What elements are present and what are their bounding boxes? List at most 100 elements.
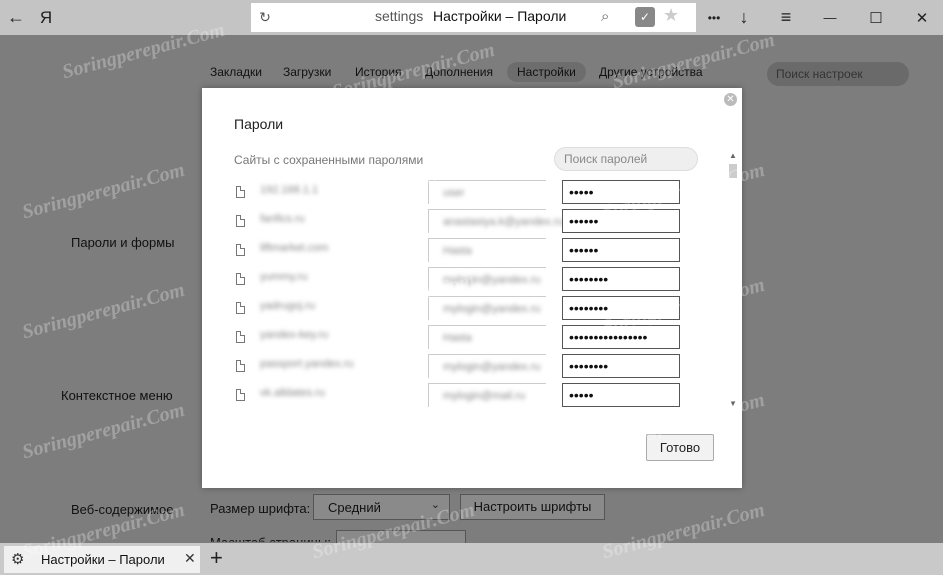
gear-icon: ⚙	[11, 551, 25, 568]
login-value: mylogin@mail.ru	[443, 390, 526, 402]
reload-icon[interactable]: ↻	[257, 9, 273, 25]
login-value: user	[443, 187, 465, 199]
login-value: Hasta	[443, 245, 472, 257]
site-name: fanfics.ru	[260, 213, 305, 225]
nav-tab-settings[interactable]: Настройки	[507, 62, 586, 82]
list-item: yummy.ru mylogin@yandex.ru ••••••••	[232, 267, 712, 296]
password-search-input[interactable]	[564, 152, 684, 166]
more-icon[interactable]: •••	[702, 0, 726, 35]
minimize-icon[interactable]: —	[818, 0, 842, 35]
scroll-down-icon[interactable]: ▼	[729, 399, 737, 408]
login-field[interactable]: mylogin@yandex.ru	[428, 354, 546, 378]
file-icon	[236, 273, 245, 285]
password-field[interactable]: •••••	[562, 383, 680, 407]
list-item: liftmarket.com Hasta ••••••	[232, 238, 712, 267]
download-icon[interactable]: ↓	[732, 0, 756, 35]
close-window-icon[interactable]: ✕	[910, 0, 934, 35]
password-value: ••••••••	[569, 358, 609, 374]
file-icon	[236, 244, 245, 256]
file-icon	[236, 360, 245, 372]
close-tab-icon[interactable]: ✕	[184, 550, 196, 567]
password-field[interactable]: ••••••	[562, 209, 680, 233]
nav-tab-other-devices[interactable]: Другие устройства	[599, 65, 703, 79]
new-tab-plus-icon[interactable]: +	[210, 545, 223, 571]
scrollbar-thumb[interactable]	[729, 164, 737, 178]
file-icon	[236, 186, 245, 198]
password-value: •••••	[569, 387, 594, 403]
login-value: mylogin@yandex.ru	[443, 303, 541, 315]
settings-search-placeholder: Поиск настроек	[776, 67, 863, 81]
dialog-subtitle: Сайты с сохраненными паролями	[234, 153, 424, 167]
nav-tab-downloads[interactable]: Загрузки	[283, 65, 331, 79]
password-field[interactable]: ••••••••	[562, 267, 680, 291]
list-item: passport.yandex.ru mylogin@yandex.ru •••…	[232, 354, 712, 383]
nav-tab-history[interactable]: История	[355, 65, 402, 79]
password-value: ••••••	[569, 213, 599, 229]
password-value: •••••	[569, 184, 594, 200]
password-field[interactable]: ••••••••	[562, 354, 680, 378]
password-field[interactable]: ••••••	[562, 238, 680, 262]
chevron-down-icon: ⌄	[430, 499, 440, 511]
scroll-up-icon[interactable]: ▲	[729, 151, 737, 160]
url-page-title: Настройки – Пароли	[433, 8, 567, 24]
page-zoom-select[interactable]	[336, 530, 466, 544]
list-item: vk.alldates.ru mylogin@mail.ru •••••	[232, 383, 712, 407]
font-size-label: Размер шрифта:	[210, 501, 311, 516]
file-icon	[236, 215, 245, 227]
password-field[interactable]: ••••••••••••••••	[562, 325, 680, 349]
browser-toolbar: ← Я ↻ settings Настройки – Пароли ⌕ ✓ ★ …	[0, 0, 943, 35]
list-item: 192.168.1.1 user •••••	[232, 180, 712, 209]
login-field[interactable]: user	[428, 180, 546, 204]
tab-bar: ⚙ Настройки – Пароли ✕ +	[0, 543, 943, 575]
close-dialog-icon[interactable]: ✕	[724, 93, 737, 106]
section-passwords-forms: Пароли и формы	[71, 235, 175, 250]
list-item: yandex-key.ru Hasta ••••••••••••••••	[232, 325, 712, 354]
password-field[interactable]: ••••••••	[562, 296, 680, 320]
site-name: passport.yandex.ru	[260, 358, 354, 370]
address-bar[interactable]: ↻ settings Настройки – Пароли ⌕ ✓ ★	[251, 3, 696, 32]
site-name: 192.168.1.1	[260, 184, 319, 196]
list-item: fanfics.ru anastasiya.k@yandex.ru ••••••	[232, 209, 712, 238]
done-button[interactable]: Готово	[646, 434, 714, 461]
login-value: mylogin@yandex.ru	[443, 361, 541, 373]
maximize-icon[interactable]: ☐	[864, 0, 888, 35]
protect-shield-icon[interactable]: ✓	[635, 7, 655, 27]
tab-title: Настройки – Пароли	[41, 552, 165, 567]
login-field[interactable]: mylogin@yandex.ru	[428, 296, 546, 320]
url-host: settings	[375, 8, 424, 24]
login-field[interactable]: anastasiya.k@yandex.ru	[428, 209, 564, 233]
section-web-content: Веб-содержимое	[71, 502, 174, 517]
login-field[interactable]: mylogin@yandex.ru	[428, 267, 546, 291]
password-value: ••••••••	[569, 271, 609, 287]
back-arrow-icon[interactable]: ←	[4, 0, 28, 35]
passwords-dialog: ✕ Пароли Сайты с сохраненными паролями 1…	[202, 88, 742, 488]
file-icon	[236, 302, 245, 314]
site-name: liftmarket.com	[260, 242, 329, 254]
password-field[interactable]: •••••	[562, 180, 680, 204]
yandex-logo[interactable]: Я	[34, 0, 58, 35]
list-scrollbar[interactable]: ▲ ▼	[728, 151, 738, 408]
section-context-menu: Контекстное меню	[61, 388, 173, 403]
login-field[interactable]: Hasta	[428, 238, 546, 262]
site-name: yummy.ru	[260, 271, 308, 283]
nav-tab-bookmarks[interactable]: Закладки	[210, 65, 262, 79]
login-value: mylogin@yandex.ru	[443, 274, 541, 286]
font-size-select[interactable]: Средний ⌄	[313, 494, 450, 520]
file-icon	[236, 331, 245, 343]
menu-icon[interactable]: ≡	[774, 0, 798, 35]
site-name: vk.alldates.ru	[260, 387, 325, 399]
settings-search-input[interactable]: Поиск настроек	[767, 62, 909, 86]
bookmark-star-icon[interactable]: ★	[663, 5, 679, 26]
login-field[interactable]: mylogin@mail.ru	[428, 383, 546, 407]
password-search-box[interactable]	[554, 147, 698, 171]
dialog-title: Пароли	[234, 116, 284, 132]
tab-settings-passwords[interactable]: ⚙ Настройки – Пароли ✕	[4, 546, 200, 573]
login-value: anastasiya.k@yandex.ru	[443, 216, 564, 228]
file-icon	[236, 389, 245, 401]
login-field[interactable]: Hasta	[428, 325, 546, 349]
customize-fonts-button[interactable]: Настроить шрифты	[460, 494, 605, 520]
search-icon[interactable]: ⌕	[601, 8, 609, 25]
saved-passwords-list: 192.168.1.1 user ••••• fanfics.ru anasta…	[232, 180, 712, 407]
nav-tab-addons[interactable]: Дополнения	[425, 65, 493, 79]
password-value: ••••••••	[569, 300, 609, 316]
